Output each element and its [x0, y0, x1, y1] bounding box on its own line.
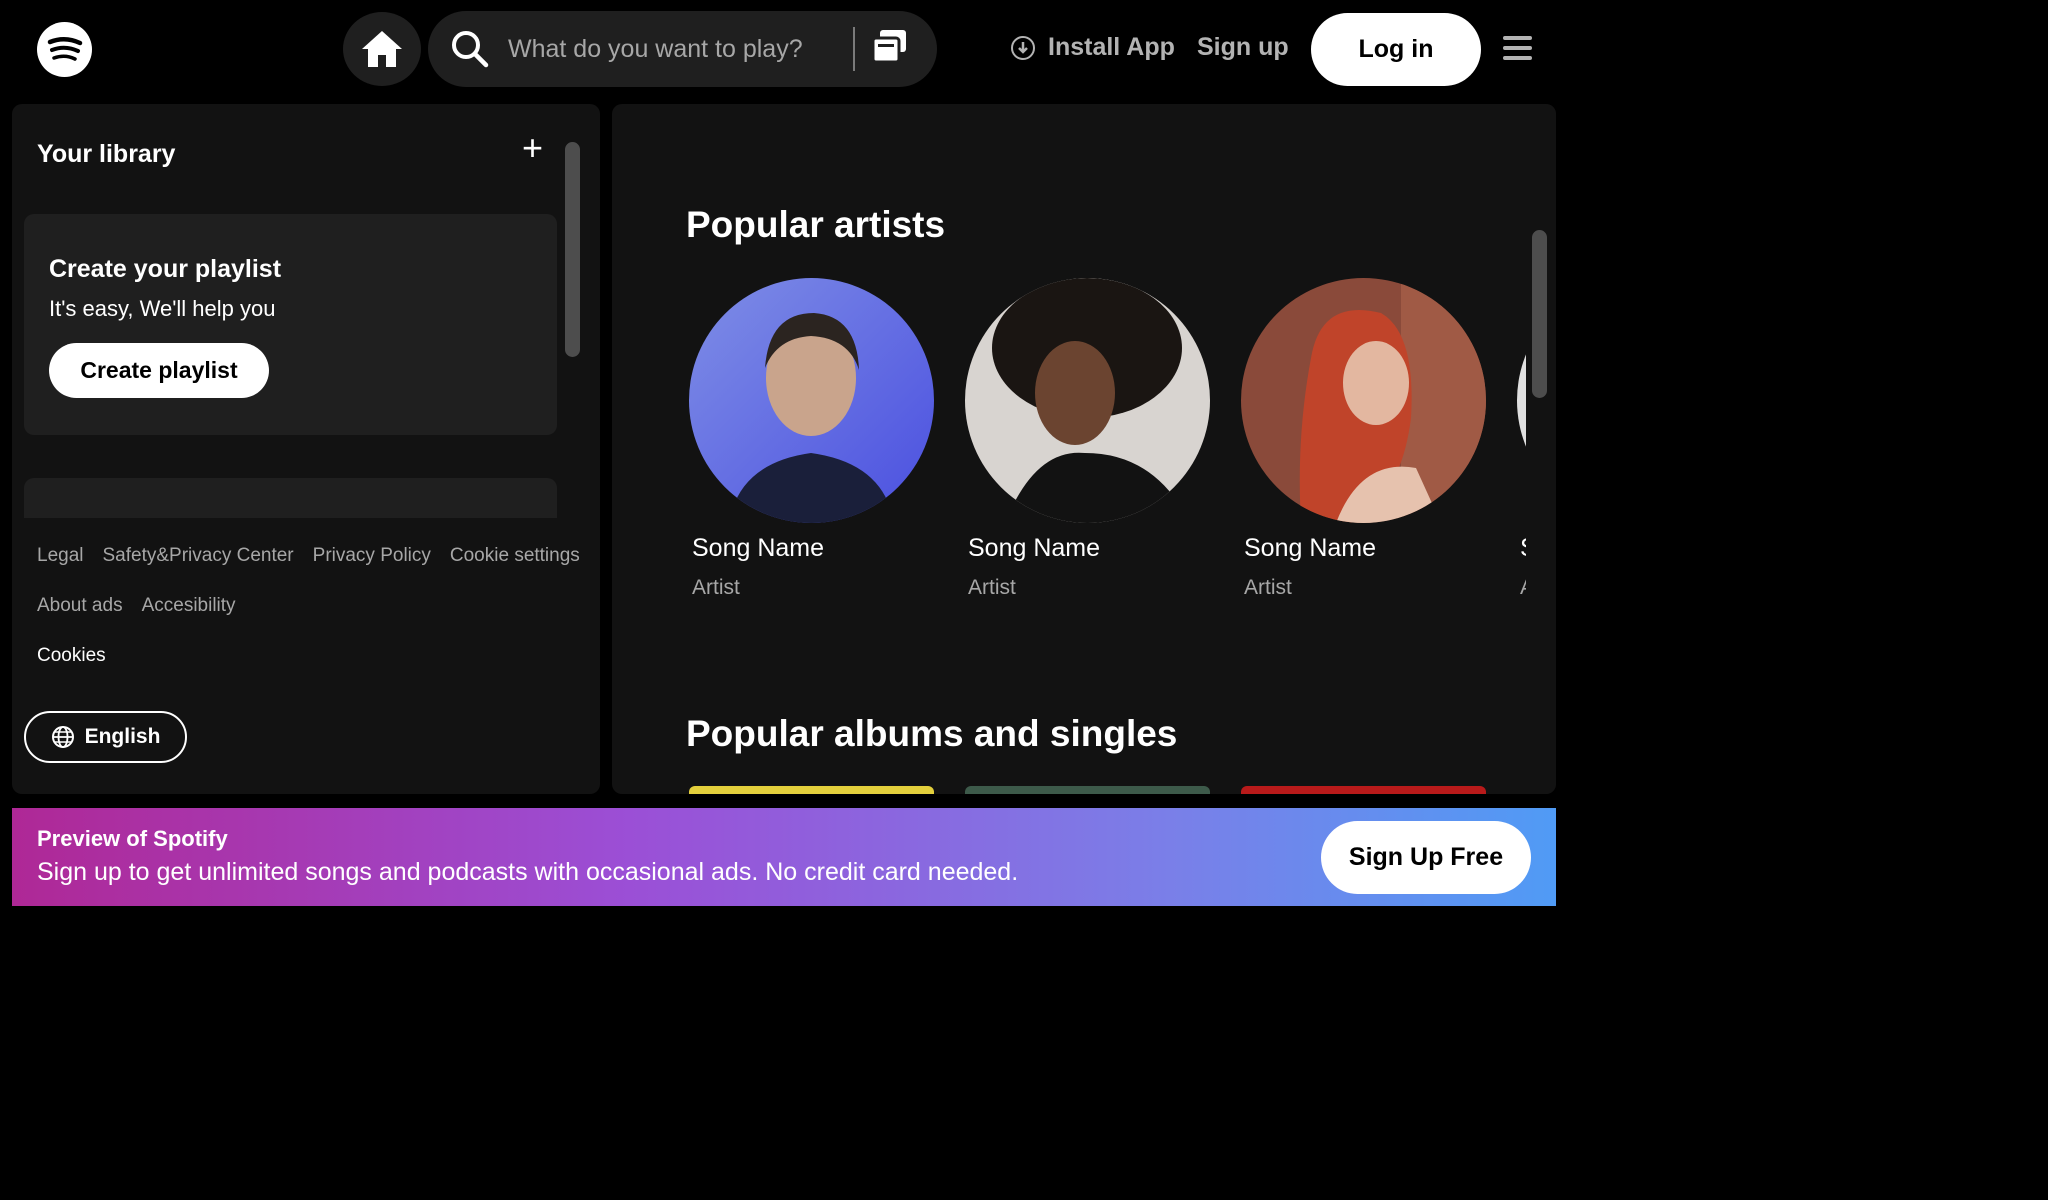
sign-up-link[interactable]: Sign up	[1197, 33, 1289, 62]
artist-card[interactable]: S A	[1517, 278, 1526, 599]
create-playlist-subtitle: It's easy, We'll help you	[49, 296, 276, 321]
cookie-settings-link[interactable]: Cookie settings	[450, 545, 580, 567]
library-sidebar: Your library + Create your playlist It's…	[12, 104, 600, 794]
search-bar[interactable]: What do you want to play?	[428, 11, 937, 87]
create-playlist-button[interactable]: Create playlist	[49, 343, 269, 398]
install-app-label: Install App	[1048, 33, 1175, 61]
menu-icon[interactable]	[1503, 36, 1532, 62]
search-divider	[853, 27, 855, 71]
sign-up-free-button[interactable]: Sign Up Free	[1321, 821, 1531, 894]
create-playlist-card: Create your playlist It's easy, We'll he…	[24, 214, 557, 435]
preview-banner[interactable]: Preview of Spotify Sign up to get unlimi…	[12, 808, 1556, 906]
artist-role: A	[1520, 576, 1526, 600]
search-input[interactable]: What do you want to play?	[508, 35, 803, 64]
cookies-link[interactable]: Cookies	[37, 645, 106, 667]
legal-link[interactable]: Legal	[37, 545, 84, 567]
library-title: Your library	[37, 140, 176, 168]
banner-title: Preview of Spotify	[37, 826, 228, 851]
create-playlist-title: Create your playlist	[49, 255, 282, 283]
artist-role: Artist	[692, 576, 740, 599]
albums-row	[686, 786, 1526, 794]
language-label: English	[84, 725, 161, 748]
browse-icon[interactable]	[870, 27, 910, 67]
privacy-policy-link[interactable]: Privacy Policy	[313, 545, 431, 567]
main-scrollbar[interactable]	[1532, 230, 1547, 398]
artist-song-name: S	[1520, 534, 1526, 563]
artist-image	[1241, 278, 1486, 523]
artist-card[interactable]: Song Name Artist	[689, 278, 939, 599]
accessibility-link[interactable]: Accesibility	[142, 595, 236, 617]
banner-text: Sign up to get unlimited songs and podca…	[37, 858, 1019, 886]
album-card[interactable]	[965, 786, 1210, 794]
artist-image	[965, 278, 1210, 523]
artist-song-name: Song Name	[968, 534, 1101, 562]
about-ads-link[interactable]: About ads	[37, 595, 123, 617]
plus-icon[interactable]: +	[522, 130, 543, 166]
artist-card[interactable]: Song Name Artist	[1241, 278, 1491, 599]
spotify-logo-icon[interactable]	[37, 22, 92, 77]
artist-song-name: Song Name	[692, 534, 825, 562]
artist-image	[689, 278, 934, 523]
install-app-link[interactable]: Install App	[1010, 33, 1175, 62]
artist-role: Artist	[1244, 576, 1292, 599]
second-library-card	[24, 478, 557, 518]
artist-role: Artist	[968, 576, 1016, 599]
language-button[interactable]: English	[24, 711, 187, 763]
album-card[interactable]	[689, 786, 934, 794]
artist-card[interactable]: Song Name Artist	[965, 278, 1215, 599]
artists-row: Song Name Artist Song Name Artist Song N…	[686, 278, 1526, 608]
log-in-button[interactable]: Log in	[1311, 13, 1481, 86]
home-icon	[362, 31, 402, 67]
library-scrollbar[interactable]	[565, 142, 580, 357]
album-card[interactable]	[1241, 786, 1486, 794]
home-button[interactable]	[343, 12, 421, 86]
download-icon	[1011, 35, 1035, 60]
top-bar: What do you want to play? Install App Si…	[0, 0, 1568, 100]
main-content: Popular artists Song Name Artist Song Na…	[612, 104, 1556, 794]
globe-icon	[51, 726, 74, 748]
search-icon[interactable]	[450, 29, 490, 69]
popular-artists-title[interactable]: Popular artists	[686, 204, 945, 246]
footer-links: Legal Safety&Privacy Center Privacy Poli…	[37, 545, 597, 695]
artist-song-name: Song Name	[1244, 534, 1377, 562]
safety-privacy-link[interactable]: Safety&Privacy Center	[103, 545, 294, 567]
artist-image	[1517, 278, 1526, 523]
popular-albums-title[interactable]: Popular albums and singles	[686, 713, 1177, 755]
